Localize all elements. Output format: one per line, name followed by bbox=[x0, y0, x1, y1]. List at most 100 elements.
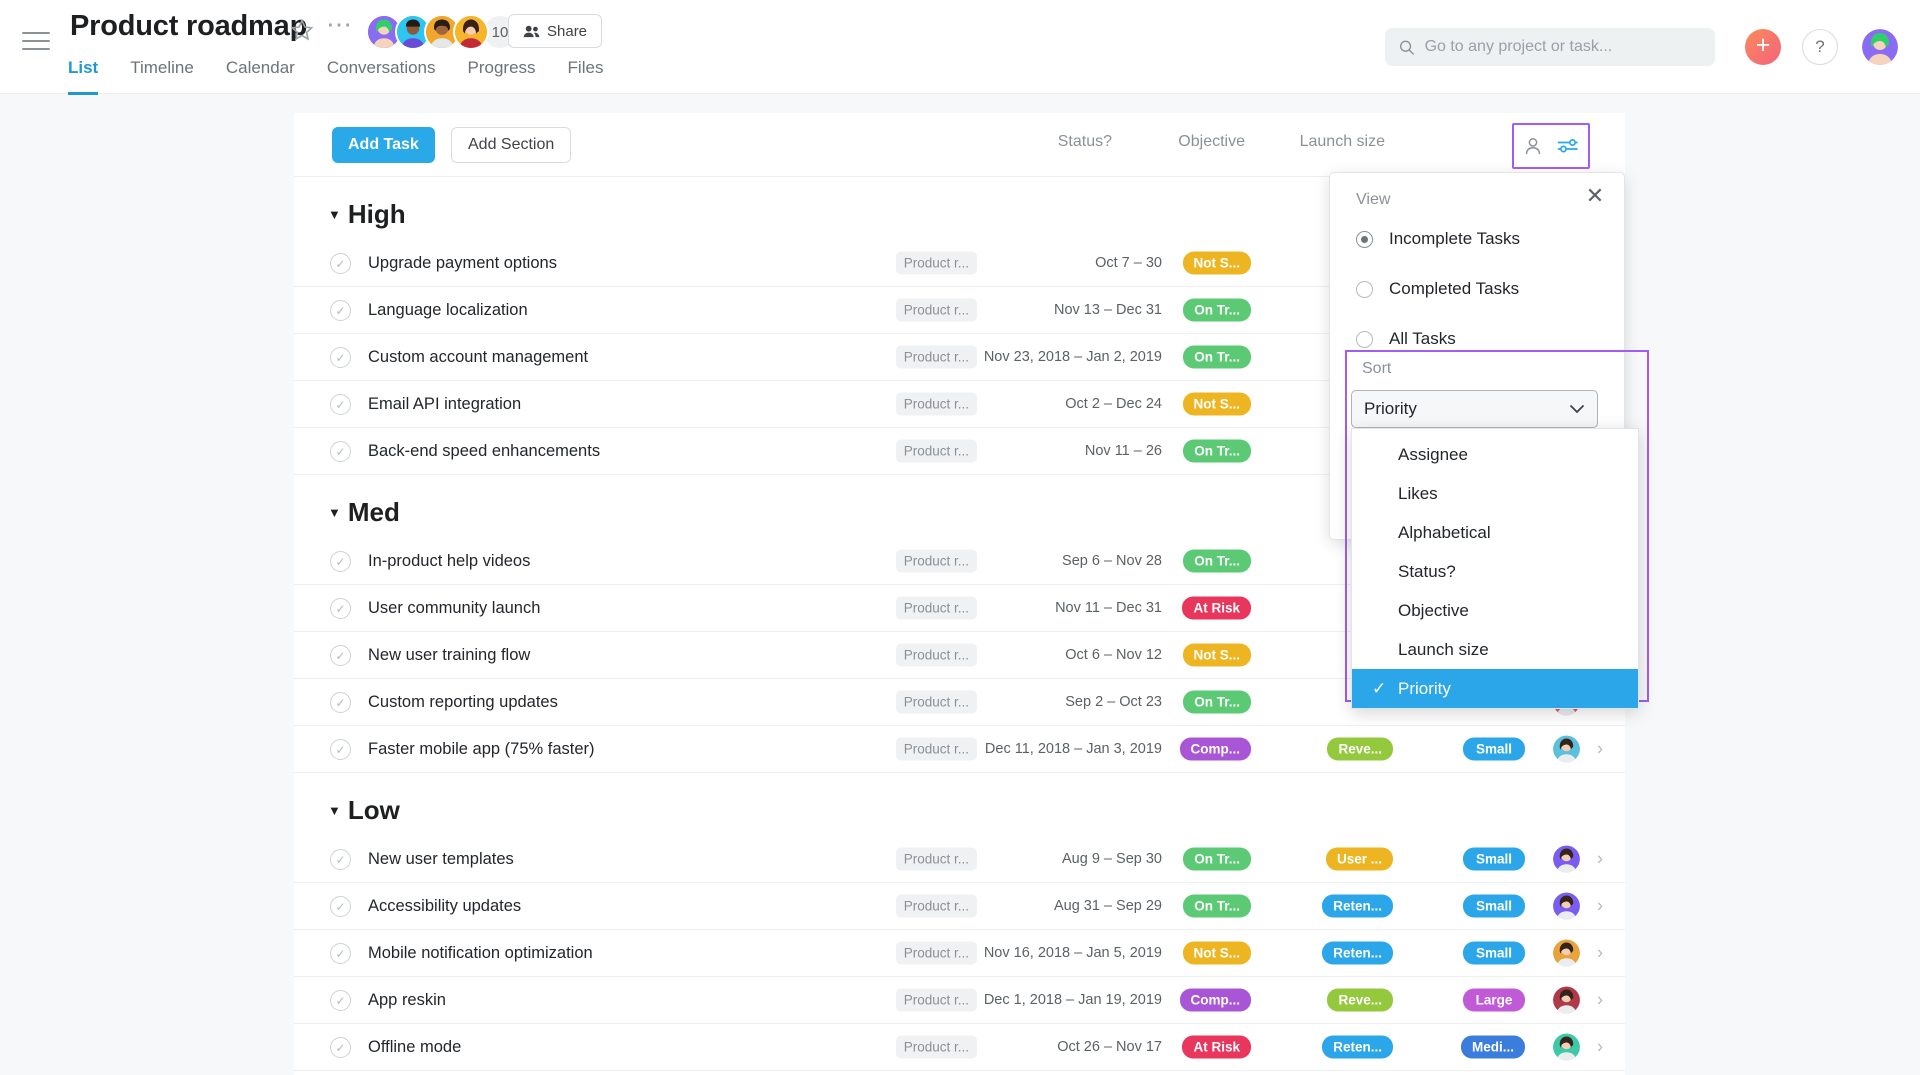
task-name[interactable]: Custom account management bbox=[368, 348, 588, 367]
sort-option-status[interactable]: Status? bbox=[1352, 552, 1638, 591]
chevron-right-icon[interactable]: › bbox=[1597, 1037, 1603, 1058]
view-option-incomplete-tasks[interactable]: Incomplete Tasks bbox=[1330, 219, 1624, 259]
task-row[interactable]: ✓ Faster mobile app (75% faster) Product r… bbox=[294, 726, 1625, 773]
status-badge[interactable]: At Risk bbox=[1182, 596, 1251, 620]
task-dates[interactable]: Dec 11, 2018 – Jan 3, 2019 bbox=[985, 741, 1162, 757]
task-dates[interactable]: Oct 26 – Nov 17 bbox=[1057, 1039, 1162, 1055]
task-project-chip[interactable]: Product r... bbox=[895, 847, 977, 871]
task-dates[interactable]: Dec 1, 2018 – Jan 19, 2019 bbox=[984, 992, 1162, 1008]
status-badge[interactable]: On Tr... bbox=[1183, 345, 1251, 369]
sort-option-launch-size[interactable]: Launch size bbox=[1352, 630, 1638, 669]
create-button[interactable]: + bbox=[1745, 29, 1781, 65]
objective-badge[interactable]: Reve... bbox=[1327, 988, 1393, 1012]
task-project-chip[interactable]: Product r... bbox=[895, 894, 977, 918]
task-complete-checkbox[interactable]: ✓ bbox=[330, 598, 351, 619]
chevron-right-icon[interactable]: › bbox=[1597, 896, 1603, 917]
status-badge[interactable]: On Tr... bbox=[1183, 298, 1251, 322]
task-project-chip[interactable]: Product r... bbox=[895, 737, 977, 761]
caret-down-icon[interactable]: ▼ bbox=[328, 803, 341, 818]
launch-size-badge[interactable]: Small bbox=[1463, 737, 1525, 761]
share-button[interactable]: Share bbox=[508, 14, 603, 48]
chevron-right-icon[interactable]: › bbox=[1597, 943, 1603, 964]
task-name[interactable]: Mobile notification optimization bbox=[368, 944, 593, 963]
task-project-chip[interactable]: Product r... bbox=[895, 596, 977, 620]
task-dates[interactable]: Aug 31 – Sep 29 bbox=[1054, 898, 1162, 914]
status-badge[interactable]: On Tr... bbox=[1183, 439, 1251, 463]
caret-down-icon[interactable]: ▼ bbox=[328, 207, 341, 222]
task-project-chip[interactable]: Product r... bbox=[895, 392, 977, 416]
status-badge[interactable]: Not S... bbox=[1182, 392, 1251, 416]
assignee-filter-icon[interactable] bbox=[1523, 136, 1543, 156]
section-header[interactable]: ▼ Low bbox=[294, 773, 1625, 836]
status-badge[interactable]: Not S... bbox=[1182, 941, 1251, 965]
task-name[interactable]: App reskin bbox=[368, 991, 446, 1010]
task-complete-checkbox[interactable]: ✓ bbox=[330, 1037, 351, 1058]
status-badge[interactable]: Comp... bbox=[1179, 737, 1251, 761]
sort-option-alphabetical[interactable]: Alphabetical bbox=[1352, 513, 1638, 552]
task-complete-checkbox[interactable]: ✓ bbox=[330, 300, 351, 321]
status-badge[interactable]: Not S... bbox=[1182, 251, 1251, 275]
status-badge[interactable]: Not S... bbox=[1182, 643, 1251, 667]
status-badge[interactable]: On Tr... bbox=[1183, 549, 1251, 573]
task-complete-checkbox[interactable]: ✓ bbox=[330, 896, 351, 917]
sort-filter-icon[interactable] bbox=[1557, 136, 1579, 156]
column-header-status[interactable]: Status? bbox=[1058, 133, 1112, 151]
assignee-avatar[interactable] bbox=[1553, 939, 1580, 967]
task-complete-checkbox[interactable]: ✓ bbox=[330, 692, 351, 713]
task-project-chip[interactable]: Product r... bbox=[895, 298, 977, 322]
task-name[interactable]: Custom reporting updates bbox=[368, 693, 558, 712]
sort-option-objective[interactable]: Objective bbox=[1352, 591, 1638, 630]
task-name[interactable]: Accessibility updates bbox=[368, 897, 521, 916]
task-project-chip[interactable]: Product r... bbox=[895, 345, 977, 369]
status-badge[interactable]: Comp... bbox=[1179, 988, 1251, 1012]
sort-select[interactable]: Priority bbox=[1351, 390, 1598, 428]
task-name[interactable]: In-product help videos bbox=[368, 552, 530, 571]
task-name[interactable]: Language localization bbox=[368, 301, 528, 320]
task-project-chip[interactable]: Product r... bbox=[895, 439, 977, 463]
objective-badge[interactable]: Reten... bbox=[1322, 1035, 1393, 1059]
sort-option-likes[interactable]: Likes bbox=[1352, 474, 1638, 513]
add-task-button[interactable]: Add Task bbox=[332, 127, 435, 163]
assignee-avatar[interactable] bbox=[1553, 986, 1580, 1014]
task-row[interactable]: ✓ Mobile notification optimization Product… bbox=[294, 930, 1625, 977]
task-project-chip[interactable]: Product r... bbox=[895, 988, 977, 1012]
task-dates[interactable]: Nov 11 – Dec 31 bbox=[1055, 600, 1162, 616]
tab-list[interactable]: List bbox=[68, 58, 99, 95]
task-dates[interactable]: Nov 11 – 26 bbox=[1085, 443, 1162, 459]
view-option-all-tasks[interactable]: All Tasks bbox=[1330, 319, 1624, 359]
task-name[interactable]: Upgrade payment options bbox=[368, 254, 557, 273]
add-section-button[interactable]: Add Section bbox=[451, 127, 572, 163]
task-name[interactable]: Back-end speed enhancements bbox=[368, 442, 600, 461]
launch-size-badge[interactable]: Small bbox=[1463, 894, 1525, 918]
hamburger-menu-icon[interactable] bbox=[22, 32, 50, 52]
column-header-launch-size[interactable]: Launch size bbox=[1300, 133, 1385, 151]
caret-down-icon[interactable]: ▼ bbox=[328, 505, 341, 520]
user-avatar[interactable] bbox=[1862, 29, 1898, 65]
star-icon[interactable] bbox=[290, 18, 314, 42]
tab-calendar[interactable]: Calendar bbox=[226, 58, 295, 95]
launch-size-badge[interactable]: Small bbox=[1463, 941, 1525, 965]
task-row[interactable]: ✓ Accessibility updates Product r... Aug 31… bbox=[294, 883, 1625, 930]
status-badge[interactable]: On Tr... bbox=[1183, 847, 1251, 871]
task-dates[interactable]: Aug 9 – Sep 30 bbox=[1062, 851, 1162, 867]
objective-badge[interactable]: Reve... bbox=[1327, 737, 1393, 761]
tab-timeline[interactable]: Timeline bbox=[130, 58, 194, 95]
task-dates[interactable]: Nov 13 – Dec 31 bbox=[1054, 302, 1162, 318]
task-dates[interactable]: Oct 7 – 30 bbox=[1095, 255, 1162, 271]
avatar[interactable] bbox=[453, 14, 489, 50]
task-complete-checkbox[interactable]: ✓ bbox=[330, 347, 351, 368]
task-project-chip[interactable]: Product r... bbox=[895, 251, 977, 275]
task-complete-checkbox[interactable]: ✓ bbox=[330, 739, 351, 760]
task-name[interactable]: Offline mode bbox=[368, 1038, 461, 1057]
tab-files[interactable]: Files bbox=[568, 58, 604, 95]
chevron-right-icon[interactable]: › bbox=[1597, 990, 1603, 1011]
task-name[interactable]: Faster mobile app (75% faster) bbox=[368, 740, 595, 759]
assignee-avatar[interactable] bbox=[1553, 892, 1580, 920]
task-project-chip[interactable]: Product r... bbox=[895, 643, 977, 667]
task-complete-checkbox[interactable]: ✓ bbox=[330, 551, 351, 572]
chevron-right-icon[interactable]: › bbox=[1597, 849, 1603, 870]
assignee-avatar[interactable] bbox=[1553, 1033, 1580, 1061]
objective-badge[interactable]: User ... bbox=[1325, 847, 1393, 871]
view-option-completed-tasks[interactable]: Completed Tasks bbox=[1330, 269, 1624, 309]
sort-option-assignee[interactable]: Assignee bbox=[1352, 435, 1638, 474]
